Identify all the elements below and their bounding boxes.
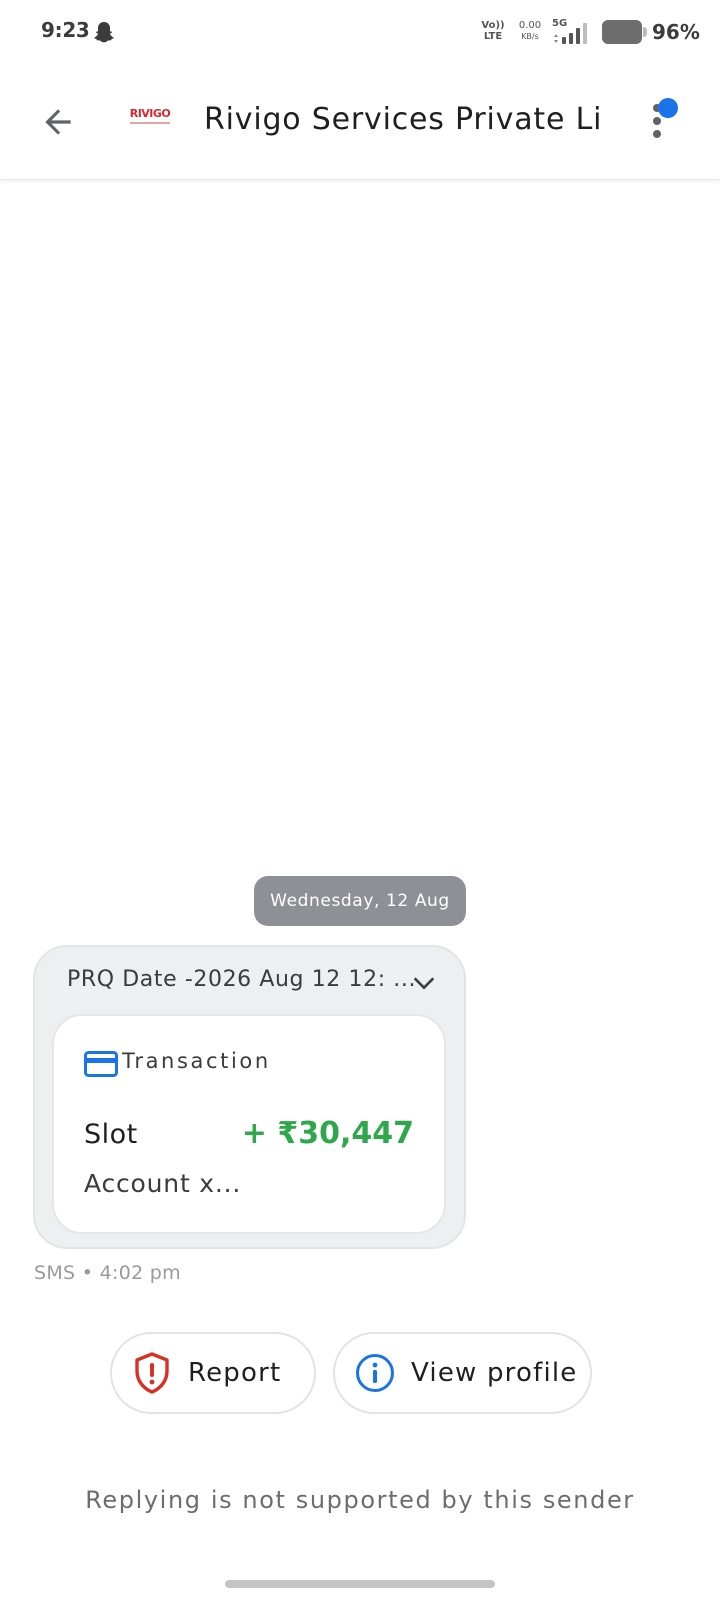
message-meta: SMS • 4:02 pm xyxy=(34,1262,181,1284)
volte-top: Vo)) xyxy=(481,20,505,31)
home-indicator[interactable] xyxy=(225,1580,495,1588)
snapchat-ghost-icon xyxy=(92,20,116,44)
battery-icon xyxy=(602,20,642,44)
message-preview: PRQ Date -2026 Aug 12 12: ... xyxy=(67,967,417,992)
notification-dot xyxy=(658,98,678,118)
more-options-button[interactable] xyxy=(640,94,688,150)
net-speed-unit: KB/s xyxy=(521,32,539,41)
net-speed: 0.00 KB/s xyxy=(515,20,545,42)
chevron-down-icon[interactable] xyxy=(410,969,438,997)
view-profile-button[interactable]: View profile xyxy=(333,1332,592,1414)
sender-logo-tagline xyxy=(130,122,170,124)
report-label: Report xyxy=(188,1358,282,1388)
transaction-account: Account x... xyxy=(84,1169,242,1198)
volte-indicator: Vo)) LTE xyxy=(480,20,506,42)
status-bar: 9:23 Vo)) LTE 0.00 KB/s 5G 96% xyxy=(0,0,720,64)
info-icon xyxy=(355,1351,395,1395)
report-button[interactable]: Report xyxy=(110,1332,316,1414)
app-bar: RIVIGO Rivigo Services Private Li... xyxy=(0,64,720,180)
signal-icon: 5G xyxy=(552,18,592,46)
transaction-amount: + ₹30,447 xyxy=(241,1116,414,1151)
date-chip: Wednesday, 12 Aug xyxy=(254,876,466,926)
status-indicators: Vo)) LTE 0.00 KB/s 5G 96% xyxy=(460,18,720,48)
battery-percent: 96% xyxy=(652,20,700,44)
sender-name[interactable]: Rivigo Services Private Li... xyxy=(204,102,604,137)
transaction-title: Transaction xyxy=(122,1049,271,1073)
net-speed-value: 0.00 xyxy=(518,20,542,31)
volte-bottom: LTE xyxy=(483,31,503,42)
message-bubble[interactable]: PRQ Date -2026 Aug 12 12: ... Transactio… xyxy=(33,945,466,1249)
status-time: 9:23 xyxy=(41,18,90,42)
sender-logo[interactable]: RIVIGO xyxy=(127,108,173,134)
battery-tip xyxy=(643,27,647,37)
transaction-card[interactable]: Transaction Slot + ₹30,447 Account x... xyxy=(52,1014,446,1234)
view-profile-label: View profile xyxy=(411,1358,578,1388)
sender-logo-text: RIVIGO xyxy=(129,107,171,120)
transaction-label: Slot xyxy=(84,1119,138,1150)
shield-alert-icon xyxy=(132,1351,172,1395)
reply-not-supported-note: Replying is not supported by this sender xyxy=(85,1486,635,1514)
credit-card-icon xyxy=(84,1051,118,1077)
arrow-left-icon xyxy=(45,109,71,135)
back-button[interactable] xyxy=(30,94,86,150)
